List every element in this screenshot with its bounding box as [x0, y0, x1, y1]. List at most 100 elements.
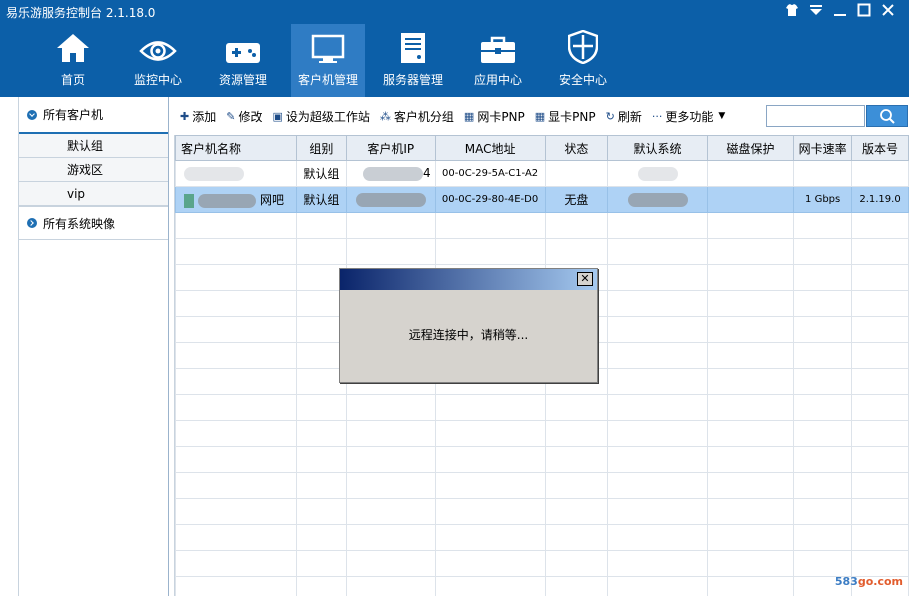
dialog-message: 远程连接中，请稍等...	[408, 328, 529, 342]
tree-label: 所有系统映像	[43, 216, 116, 231]
cell-protect	[706, 186, 795, 213]
tree-group-vip[interactable]: vip	[19, 182, 168, 206]
cell-speed	[793, 160, 853, 187]
pen-icon: ✎	[226, 109, 236, 123]
refresh-button[interactable]: ↻ 刷新	[606, 108, 642, 125]
remote-connect-dialog: ✕ 远程连接中，请稍等...	[339, 268, 598, 383]
button-label: 网卡PNP	[477, 109, 525, 124]
empty-row	[175, 498, 909, 525]
workstation-icon: ▣	[272, 109, 283, 123]
watermark-num: 583	[834, 575, 858, 588]
menu-dropdown-icon[interactable]	[809, 3, 823, 17]
server-icon	[400, 24, 426, 68]
cell-status: 无盘	[544, 186, 609, 213]
gpu-pnp-button[interactable]: ▦ 显卡PNP	[535, 108, 596, 125]
table-header: 客户机名称 组别 客户机IP MAC地址 状态 默认系统 磁盘保护 网卡速率 版…	[175, 135, 909, 161]
nav-client-management[interactable]: 客户机管理	[291, 24, 365, 97]
watermark: 583go.com	[835, 575, 903, 588]
cell-text: 网吧	[260, 193, 285, 207]
window-controls	[785, 3, 895, 17]
empty-row	[175, 212, 909, 239]
table-row[interactable]: 默认组 4 00-0C-29-5A-C1-A2	[175, 160, 909, 187]
col-default-system[interactable]: 默认系统	[607, 135, 708, 161]
col-mac[interactable]: MAC地址	[434, 135, 546, 161]
cell-name: 网吧	[175, 186, 297, 213]
top-header: 易乐游服务控制台 2.1.18.0 首页 监控中心 资源管理 客户机管理 服务器…	[0, 0, 909, 97]
col-disk-protection[interactable]: 磁盘保护	[706, 135, 795, 161]
skin-icon[interactable]	[785, 3, 799, 17]
chevron-down-icon: ▼	[718, 111, 726, 121]
maximize-icon[interactable]	[857, 3, 871, 17]
search-input[interactable]	[766, 105, 865, 127]
nav-resource-management[interactable]: 资源管理	[206, 24, 280, 97]
col-status[interactable]: 状态	[544, 135, 609, 161]
close-window-icon[interactable]	[881, 3, 895, 17]
tree-label: 所有客户机	[43, 108, 104, 122]
table-row-selected[interactable]: 网吧 默认组 00-0C-29-80-4E-D0 无盘 1 Gbps 2.1.1…	[175, 186, 909, 213]
nav-app-center[interactable]: 应用中心	[461, 24, 535, 97]
nav-security-center[interactable]: 安全中心	[546, 24, 620, 97]
button-label: 刷新	[617, 109, 642, 124]
set-super-workstation-button[interactable]: ▣ 设为超级工作站	[272, 108, 369, 125]
nav-monitor-center[interactable]: 监控中心	[121, 24, 195, 97]
tree-all-clients[interactable]: 所有客户机	[19, 97, 168, 134]
nav-home[interactable]: 首页	[36, 24, 110, 97]
empty-row	[175, 472, 909, 499]
cell-protect	[706, 160, 795, 187]
expand-icon[interactable]	[27, 109, 37, 120]
monitor-icon	[311, 24, 345, 68]
cell-name	[175, 160, 297, 187]
cell-system	[607, 186, 708, 213]
empty-row	[175, 524, 909, 551]
cell-status	[544, 160, 609, 187]
col-nic-speed[interactable]: 网卡速率	[793, 135, 853, 161]
tree-group-default[interactable]: 默认组	[19, 134, 168, 158]
refresh-icon: ↻	[605, 109, 615, 123]
cell-group: 默认组	[295, 160, 347, 187]
redacted-blur	[627, 192, 688, 207]
collapse-icon[interactable]	[27, 218, 37, 228]
cell-ip: 4	[345, 160, 436, 187]
minimize-icon[interactable]	[833, 3, 847, 17]
edit-button[interactable]: ✎ 修改	[226, 108, 262, 125]
cell-ip	[345, 186, 436, 213]
add-button[interactable]: ✚ 添加	[180, 108, 216, 125]
nav-label: 监控中心	[133, 73, 182, 87]
tree-all-images[interactable]: 所有系统映像	[19, 206, 168, 240]
nav-label: 客户机管理	[297, 73, 358, 87]
tree-group-game[interactable]: 游戏区	[19, 158, 168, 182]
gpu-icon: ▦	[534, 109, 546, 123]
nic-pnp-button[interactable]: ▦ 网卡PNP	[464, 108, 525, 125]
main-nav: 首页 监控中心 资源管理 客户机管理 服务器管理 应用中心 安全中心	[36, 24, 631, 97]
more-icon: ···	[651, 109, 663, 123]
plus-icon: ✚	[180, 109, 190, 123]
left-gutter	[0, 97, 19, 596]
cell-mac: 00-0C-29-5A-C1-A2	[434, 160, 546, 187]
tree-label: vip	[67, 186, 86, 201]
col-version[interactable]: 版本号	[851, 135, 909, 161]
redacted-blur	[363, 166, 423, 181]
cell-version	[851, 160, 909, 187]
button-label: 更多功能	[665, 109, 714, 124]
tree-label: 默认组	[67, 139, 104, 153]
button-label: 设为超级工作站	[285, 109, 370, 124]
nav-label: 首页	[60, 73, 85, 87]
redacted-blur	[355, 192, 426, 207]
watermark-text: go.com	[857, 575, 903, 588]
dialog-titlebar[interactable]: ✕	[340, 269, 597, 290]
more-functions-button[interactable]: ··· 更多功能 ▼	[652, 108, 725, 125]
button-label: 修改	[238, 109, 263, 124]
nav-server-management[interactable]: 服务器管理	[376, 24, 450, 97]
col-client-ip[interactable]: 客户机IP	[345, 135, 436, 161]
dialog-close-button[interactable]: ✕	[577, 272, 593, 286]
empty-row	[175, 446, 909, 473]
col-group[interactable]: 组别	[295, 135, 347, 161]
nav-label: 资源管理	[218, 73, 267, 87]
client-group-button[interactable]: ⁂ 客户机分组	[380, 108, 454, 125]
button-label: 添加	[192, 109, 217, 124]
col-client-name[interactable]: 客户机名称	[175, 135, 297, 161]
client-tree: 所有客户机 默认组 游戏区 vip 所有系统映像	[19, 97, 169, 596]
search-button[interactable]	[866, 105, 908, 127]
redacted-blur	[184, 166, 244, 181]
empty-row	[175, 576, 909, 596]
